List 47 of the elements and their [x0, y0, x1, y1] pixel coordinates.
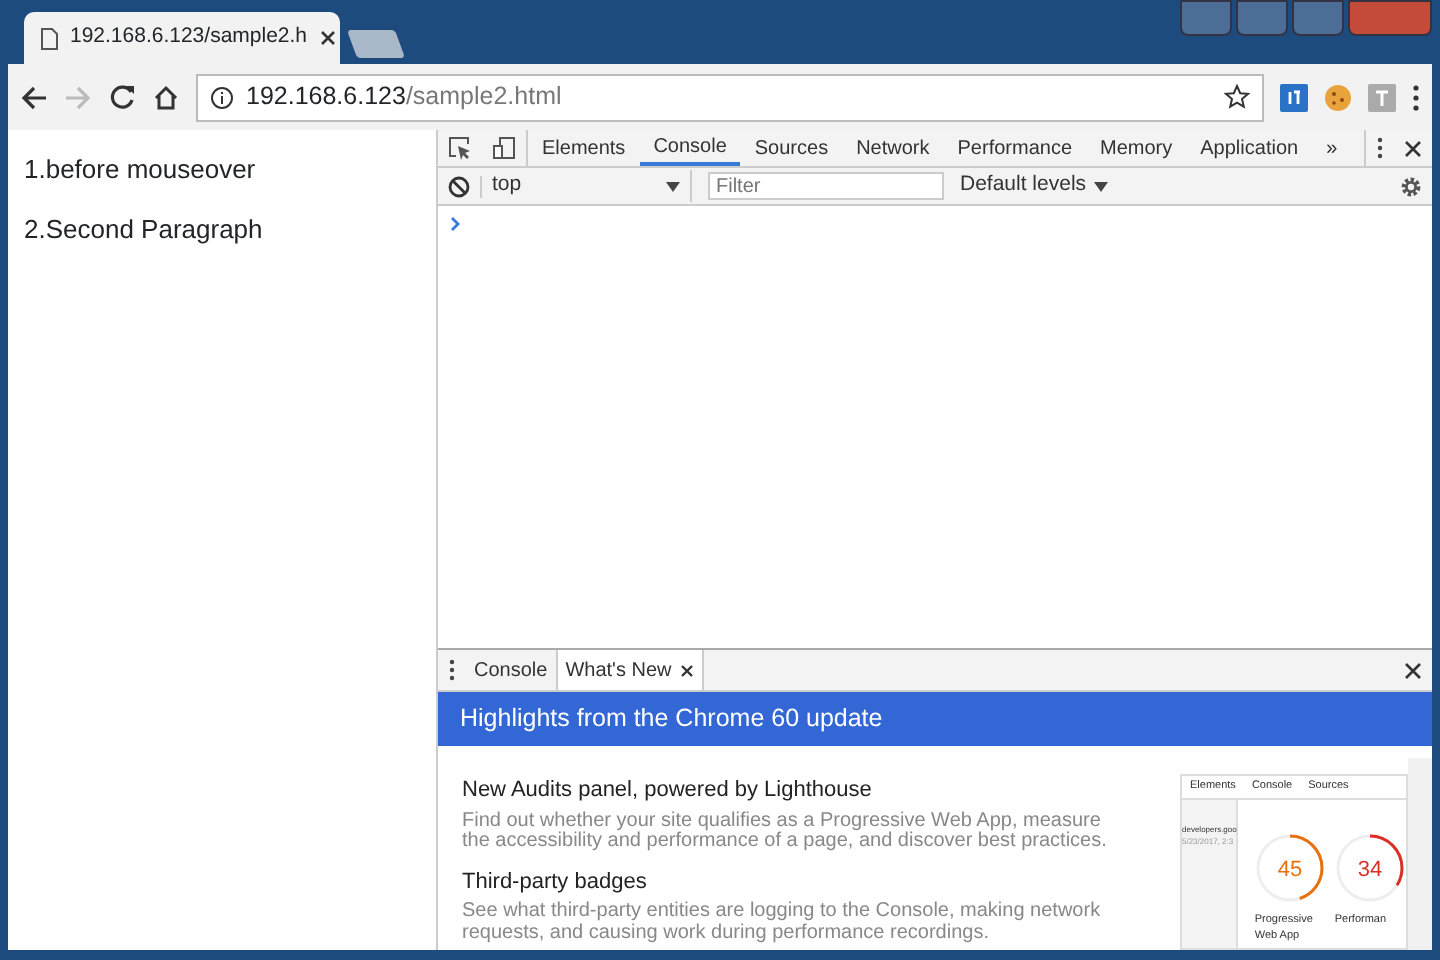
feature-title: Third-party badges [462, 867, 649, 897]
panel-tab[interactable]: Elements [528, 130, 640, 166]
address-bar[interactable]: 192.168.6.123/sample2.html [196, 73, 1264, 121]
clear-icon[interactable] [448, 175, 470, 197]
panel-tab[interactable]: Memory [1086, 130, 1187, 166]
close-icon[interactable] [1404, 661, 1422, 679]
drawer-tab[interactable]: Console [466, 650, 556, 690]
menu-icon[interactable] [1412, 83, 1420, 111]
prompt-icon [450, 216, 462, 233]
new-tab-button[interactable] [346, 30, 406, 58]
close-icon[interactable] [1404, 139, 1422, 157]
back-icon[interactable] [20, 83, 48, 111]
dropdown-arrow-icon [1094, 181, 1109, 191]
score-gauge: 45 [1254, 832, 1327, 904]
menu-icon[interactable] [1376, 136, 1384, 160]
feature-description: See what third-party entities are logging to the Console, making network requests, and causing work during performance recordings. [462, 902, 1103, 944]
reload-icon[interactable] [108, 83, 136, 111]
dropdown-arrow-icon [666, 181, 680, 191]
drawer-tab[interactable]: What's New [555, 650, 704, 690]
filter-field[interactable]: Filter [708, 172, 944, 200]
inspect-icon[interactable] [448, 136, 472, 160]
page-icon [40, 27, 58, 49]
close-button[interactable] [1348, 0, 1432, 36]
score-gauge: 34 [1334, 832, 1407, 904]
url-text: 192.168.6.123/sample2.html [246, 80, 564, 115]
info-icon [210, 85, 234, 109]
close-icon[interactable] [319, 30, 336, 46]
panel-tab[interactable]: Performance [943, 130, 1087, 166]
banner-heading: Highlights from the Chrome 60 update [438, 692, 1432, 746]
panel-tab[interactable]: Application [1186, 130, 1313, 166]
feature-title: New Audits panel, powered by Lighthouse [462, 776, 874, 806]
home-icon[interactable] [152, 83, 180, 111]
settings-icon[interactable] [1400, 175, 1422, 197]
close-icon[interactable] [679, 663, 694, 677]
menu-icon[interactable] [448, 658, 456, 682]
feature-description: Find out whether your site qualifies as a Progressive Web App, measure the accessibility and performance of a page, and discover best practices. [462, 811, 1109, 853]
panel-tab[interactable]: Network [842, 130, 944, 166]
cookie-icon[interactable] [1324, 83, 1352, 111]
panel-tab[interactable]: Sources [740, 130, 843, 166]
more-tabs-button[interactable]: » [1312, 130, 1352, 166]
star-icon[interactable] [1224, 84, 1250, 110]
browser-tab[interactable]: 192.168.6.123/sample2.h [24, 12, 340, 64]
device-icon[interactable] [492, 136, 516, 160]
paragraph: 2.Second Paragraph [24, 211, 265, 248]
context-dropdown[interactable]: top [482, 170, 692, 202]
levels-dropdown[interactable]: Default levels [960, 170, 1109, 202]
paragraph: 1.before mouseover [24, 152, 258, 188]
